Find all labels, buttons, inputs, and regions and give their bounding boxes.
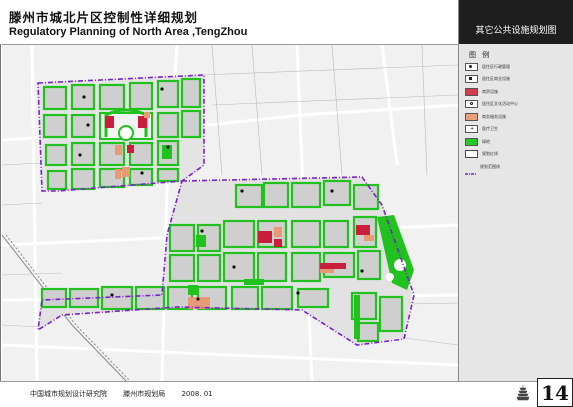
legend-item-culture: 居住区文化活动中心	[465, 99, 567, 111]
sheet-title: 其它公共设施规划图	[459, 0, 573, 44]
header: 滕州市城北片区控制性详细规划 Regulatory Planning of No…	[0, 0, 460, 44]
trade-swatch-icon	[465, 87, 478, 96]
pagoda-logo-icon	[516, 385, 530, 401]
legend-item-medical: + 医疗卫生	[465, 124, 567, 136]
footer-credits: 中国城市规划设计研究院 滕州市规划局 2008. 01	[30, 389, 227, 399]
map-svg	[2, 45, 458, 382]
title-cn: 滕州市城北片区控制性详细规划	[9, 10, 199, 25]
legend-item-green: 绿地	[465, 136, 567, 148]
culture-dot-icon	[465, 100, 478, 109]
commerce-dot-icon	[465, 75, 478, 84]
legend-item-boundary: 规划范围线	[465, 161, 567, 175]
business-swatch-icon	[465, 112, 478, 121]
footer-org1: 中国城市规划设计研究院	[30, 390, 107, 398]
footer-date: 2008. 01	[181, 390, 213, 398]
title-en: Regulatory Planning of North Area ,TengZ…	[9, 26, 248, 38]
footer: 中国城市规划设计研究院 滕州市规划局 2008. 01	[0, 381, 573, 407]
medical-dot-icon: +	[465, 125, 478, 134]
legend-item-redline: 规划红线	[465, 149, 567, 161]
boundary-line-icon	[465, 163, 476, 175]
sidebar: 其它公共设施规划图 图 例 居住区行政管理 居住区商业设施 商贸设施 居住区文化…	[458, 0, 573, 381]
redline-swatch-icon	[465, 150, 478, 159]
planning-map[interactable]	[2, 44, 458, 383]
south-area	[36, 176, 415, 346]
legend-item-commerce: 居住区商业设施	[465, 74, 567, 86]
legend-item-trade: 商贸设施	[465, 86, 567, 98]
legend-item-business: 商务服务设施	[465, 111, 567, 123]
legend: 图 例 居住区行政管理 居住区商业设施 商贸设施 居住区文化活动中心 商务服务设…	[465, 50, 567, 175]
admin-dot-icon	[465, 62, 478, 71]
footer-org2: 滕州市规划局	[123, 390, 166, 398]
page-number: 14	[537, 378, 573, 407]
green-swatch-icon	[465, 137, 478, 146]
north-area	[37, 74, 205, 192]
legend-title: 图 例	[469, 51, 492, 59]
legend-item-admin: 居住区行政管理	[465, 61, 567, 73]
